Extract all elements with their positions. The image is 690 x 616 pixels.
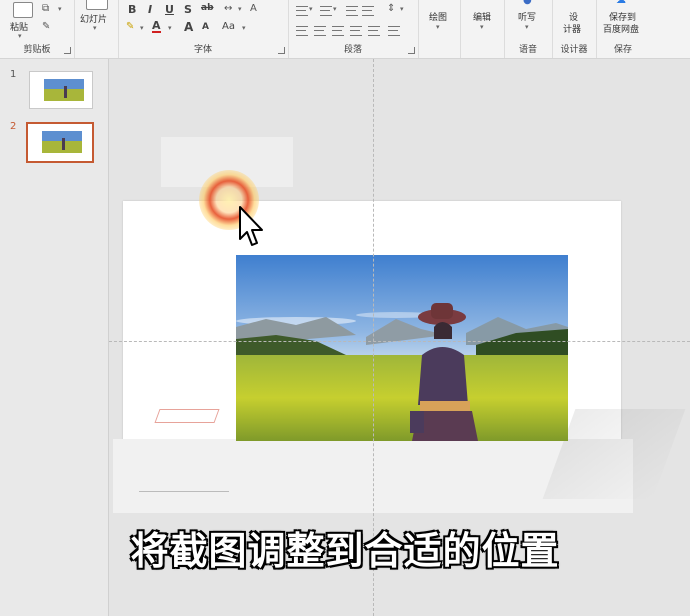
paste-icon[interactable] <box>13 2 33 18</box>
editing-dropdown-icon[interactable]: ▾ <box>480 23 484 31</box>
thumbnail-image-1 <box>44 79 84 101</box>
align-right-icon[interactable] <box>332 26 344 36</box>
line-spacing-icon[interactable]: ⇕ <box>387 4 395 14</box>
font-color-button[interactable]: A <box>152 20 161 33</box>
designer-group-label: 设计器 <box>560 45 588 55</box>
numbering-dropdown-icon[interactable]: ▾ <box>333 5 337 13</box>
slide-thumbnail-2[interactable] <box>26 122 94 163</box>
slides-group: 幻灯片 ▾ <box>74 0 119 58</box>
shadow-button[interactable]: S <box>184 3 192 16</box>
format-painter-icon[interactable]: ✎ <box>42 22 50 32</box>
new-slide-icon[interactable] <box>86 0 108 10</box>
thumbnail-image-2 <box>42 131 82 153</box>
ribbon: 粘贴 ▾ ⧉ ▾ ✎ 剪贴板 幻灯片 ▾ B I U S ab ↔ ▾ A ✎ … <box>0 0 690 59</box>
change-case-button[interactable]: Aa <box>222 21 235 32</box>
drawing-group: 绘图 ▾ <box>418 0 461 58</box>
mini-taskbar-line <box>139 491 229 492</box>
shrink-font-button[interactable]: A <box>202 22 209 32</box>
paragraph-group-label: 段落 <box>343 45 362 55</box>
designer-group: 设 计器 设计器 <box>552 0 597 58</box>
align-center-icon[interactable] <box>314 26 326 36</box>
bullets-dropdown-icon[interactable]: ▾ <box>309 5 313 13</box>
bold-button[interactable]: B <box>128 3 136 16</box>
baidu-cloud-icon[interactable]: ☁ <box>616 0 626 6</box>
slide-thumbnail-1[interactable] <box>29 71 93 109</box>
landscape-photo[interactable] <box>236 255 568 441</box>
editing-button[interactable]: 编辑 <box>473 10 491 23</box>
voice-group-label: 语音 <box>518 45 537 55</box>
columns-icon[interactable] <box>368 26 380 36</box>
slide-number-1: 1 <box>10 69 17 80</box>
save-group: ☁ 保存到 百度网盘 保存 <box>596 0 690 58</box>
align-text-icon[interactable] <box>388 26 400 36</box>
align-left-icon[interactable] <box>296 26 308 36</box>
font-group-label: 字体 <box>193 45 212 55</box>
mouse-pointer-icon <box>239 206 263 246</box>
paragraph-group: ▾ ▾ ⇕ ▾ 段落 <box>288 0 419 58</box>
text-direction-dropdown-icon[interactable]: ▾ <box>400 5 404 13</box>
italic-button[interactable]: I <box>148 3 152 16</box>
change-case-dropdown-icon[interactable]: ▾ <box>242 24 246 32</box>
drawing-button[interactable]: 绘图 <box>429 10 447 23</box>
copy-dropdown-icon[interactable]: ▾ <box>58 5 62 13</box>
floating-screenshot-outline[interactable] <box>154 409 220 423</box>
video-caption: 将截图调整到合适的位置 <box>129 528 560 574</box>
copy-icon[interactable]: ⧉ <box>42 4 49 14</box>
highlight-dropdown-icon[interactable]: ▾ <box>140 24 144 32</box>
font-launcher-icon[interactable] <box>278 47 285 54</box>
slide-number-2: 2 <box>10 121 17 132</box>
clipboard-launcher-icon[interactable] <box>64 47 71 54</box>
character-spacing-icon[interactable]: ↔ <box>224 4 232 14</box>
clipboard-group-label: 剪贴板 <box>23 45 51 55</box>
font-group: B I U S ab ↔ ▾ A ✎ ▾ A ▾ A A Aa ▾ 字体 <box>118 0 289 58</box>
grow-font-button[interactable]: A <box>184 20 193 34</box>
editing-group: 编辑 ▾ <box>460 0 505 58</box>
save-group-label: 保存 <box>614 45 633 55</box>
dictate-dropdown-icon[interactable]: ▾ <box>525 23 529 31</box>
font-color-dropdown-icon[interactable]: ▾ <box>168 24 172 32</box>
increase-indent-icon[interactable] <box>362 6 374 16</box>
paragraph-launcher-icon[interactable] <box>408 47 415 54</box>
dictate-button[interactable]: 听写 <box>518 10 536 23</box>
paste-dropdown-icon[interactable]: ▾ <box>18 32 22 40</box>
clear-format-icon[interactable]: A <box>250 4 257 14</box>
justify-icon[interactable] <box>350 26 362 36</box>
spacing-dropdown-icon[interactable]: ▾ <box>238 5 242 13</box>
clipboard-group: 粘贴 ▾ ⧉ ▾ ✎ 剪贴板 <box>0 0 75 58</box>
decrease-indent-icon[interactable] <box>346 6 358 16</box>
save-to-cloud-line2[interactable]: 百度网盘 <box>603 22 639 35</box>
numbering-icon[interactable] <box>320 6 332 16</box>
designer-button-line2[interactable]: 计器 <box>563 22 581 35</box>
horizontal-smart-guide <box>109 341 690 342</box>
new-slide-dropdown-icon[interactable]: ▾ <box>93 24 97 32</box>
voice-group: ● 听写 ▾ 语音 <box>504 0 553 58</box>
highlight-icon[interactable]: ✎ <box>126 22 134 32</box>
strikethrough-button[interactable]: ab <box>201 3 214 13</box>
bullets-icon[interactable] <box>296 6 308 16</box>
underline-button[interactable]: U <box>165 3 174 16</box>
microphone-icon[interactable]: ● <box>523 0 532 6</box>
drawing-dropdown-icon[interactable]: ▾ <box>436 23 440 31</box>
